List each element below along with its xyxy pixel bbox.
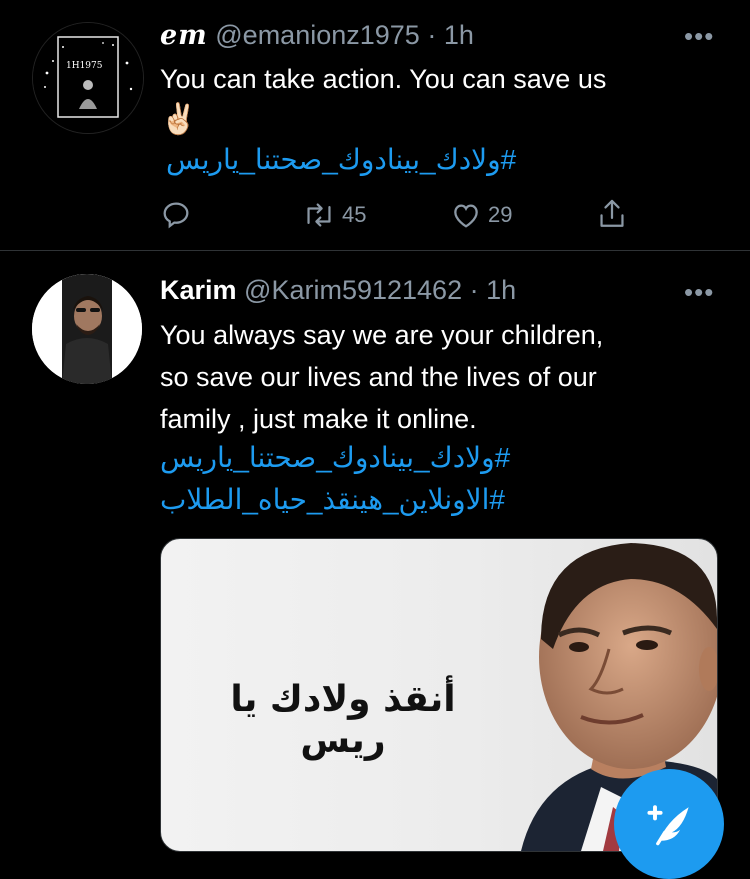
- hashtag-link[interactable]: #الاونلاين_هينقذ_حياه_الطلاب: [160, 483, 552, 516]
- compose-tweet-button[interactable]: [614, 769, 724, 879]
- author-name[interactable]: em: [160, 20, 208, 51]
- separator-dot: ·: [427, 20, 437, 50]
- hashtag-link[interactable]: #ولادك_بينادوك_صحتنا_ياريس: [166, 143, 594, 176]
- timestamp[interactable]: 1h: [444, 20, 474, 50]
- like-button[interactable]: 29: [450, 199, 512, 231]
- author-handle[interactable]: @emanionz1975: [215, 20, 420, 50]
- tweet-actions: 45 29: [160, 195, 640, 235]
- tweet-divider: [0, 250, 750, 251]
- compose-tweet-icon: [647, 805, 689, 846]
- tweet-text: You always say we are your children, so …: [160, 314, 730, 440]
- avatar-image: [33, 23, 143, 133]
- retweet-icon: [307, 203, 331, 227]
- reply-button[interactable]: [160, 199, 192, 231]
- more-options-button[interactable]: •••: [684, 279, 714, 305]
- more-options-button[interactable]: •••: [684, 23, 714, 49]
- tweet-text-line: family , just make it online.: [160, 404, 477, 434]
- hashtag-link[interactable]: #ولادك_بينادوك_صحتنا_ياريس: [160, 441, 584, 474]
- tweet-1[interactable]: 1H1975 em @emanionz1975 · 1h ••• You can…: [0, 0, 750, 250]
- timestamp[interactable]: 1h: [486, 275, 516, 305]
- avatar[interactable]: [32, 274, 142, 384]
- share-button[interactable]: [596, 197, 628, 231]
- like-count: 29: [488, 202, 513, 227]
- retweet-count: 45: [342, 202, 367, 227]
- avatar-lettering: 1H1975: [66, 61, 103, 71]
- author-name[interactable]: Karim: [160, 275, 237, 305]
- tweet-text-line: You can take action. You can save us: [160, 64, 607, 94]
- tweet-text-line: You always say we are your children,: [160, 320, 604, 350]
- avatar-image: [32, 274, 142, 384]
- tweet-text: You can take action. You can save us ✌🏻: [160, 58, 730, 140]
- separator-dot: ·: [469, 275, 479, 305]
- share-icon: [600, 199, 624, 227]
- heart-icon: [454, 204, 478, 228]
- reply-icon: [163, 202, 189, 229]
- victory-hand-emoji: ✌🏻: [160, 103, 198, 136]
- author-handle[interactable]: @Karim59121462: [244, 275, 462, 305]
- media-caption: أنقذ ولادك يا ريس: [230, 679, 456, 761]
- tweet-header: Karim @Karim59121462 · 1h: [160, 273, 516, 307]
- tweet-text-line: so save our lives and the lives of our: [160, 362, 597, 392]
- retweet-button[interactable]: 45: [302, 199, 366, 231]
- tweet-header: em @emanionz1975 · 1h: [160, 18, 474, 53]
- avatar[interactable]: 1H1975: [32, 22, 144, 134]
